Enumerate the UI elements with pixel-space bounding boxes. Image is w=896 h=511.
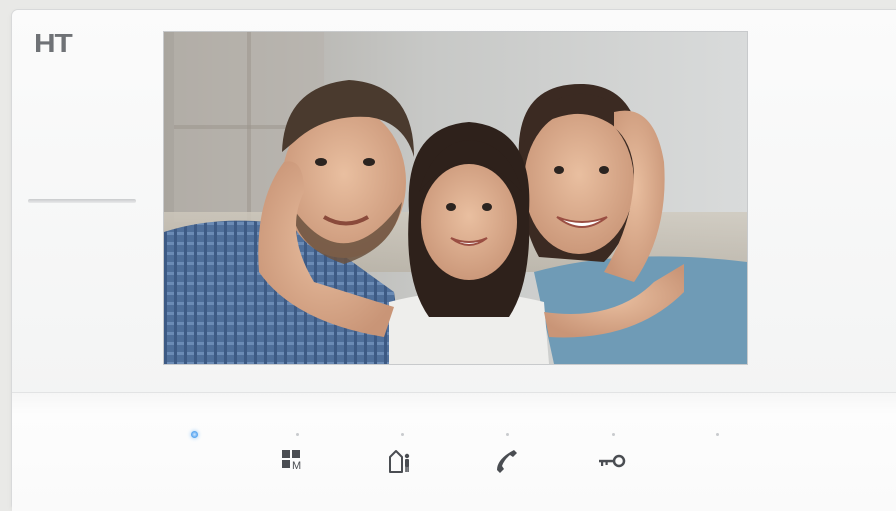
menu-button[interactable]: M: [277, 446, 311, 476]
speaker-slot: [28, 199, 136, 203]
menu-label: M: [292, 460, 301, 472]
intercom-monitor: HT M: [12, 10, 896, 511]
button-indicator-led: [716, 433, 719, 436]
key-icon: [599, 454, 626, 468]
menu-grid-icon: M: [282, 450, 301, 472]
door-monitor-button[interactable]: [383, 446, 417, 476]
talk-button[interactable]: [489, 446, 523, 476]
button-indicator-led: [401, 433, 404, 436]
brand-logo: HT: [34, 28, 73, 58]
status-led: [191, 431, 198, 438]
door-person-icon: [389, 450, 410, 473]
video-screen[interactable]: [163, 31, 748, 365]
control-panel: [12, 392, 896, 511]
button-indicator-led: [506, 433, 509, 436]
button-indicator-led: [296, 433, 299, 436]
unlock-button[interactable]: [595, 446, 629, 476]
phone-handset-icon: [497, 450, 517, 473]
button-indicator-led: [612, 433, 615, 436]
video-feed-image: [164, 32, 747, 364]
